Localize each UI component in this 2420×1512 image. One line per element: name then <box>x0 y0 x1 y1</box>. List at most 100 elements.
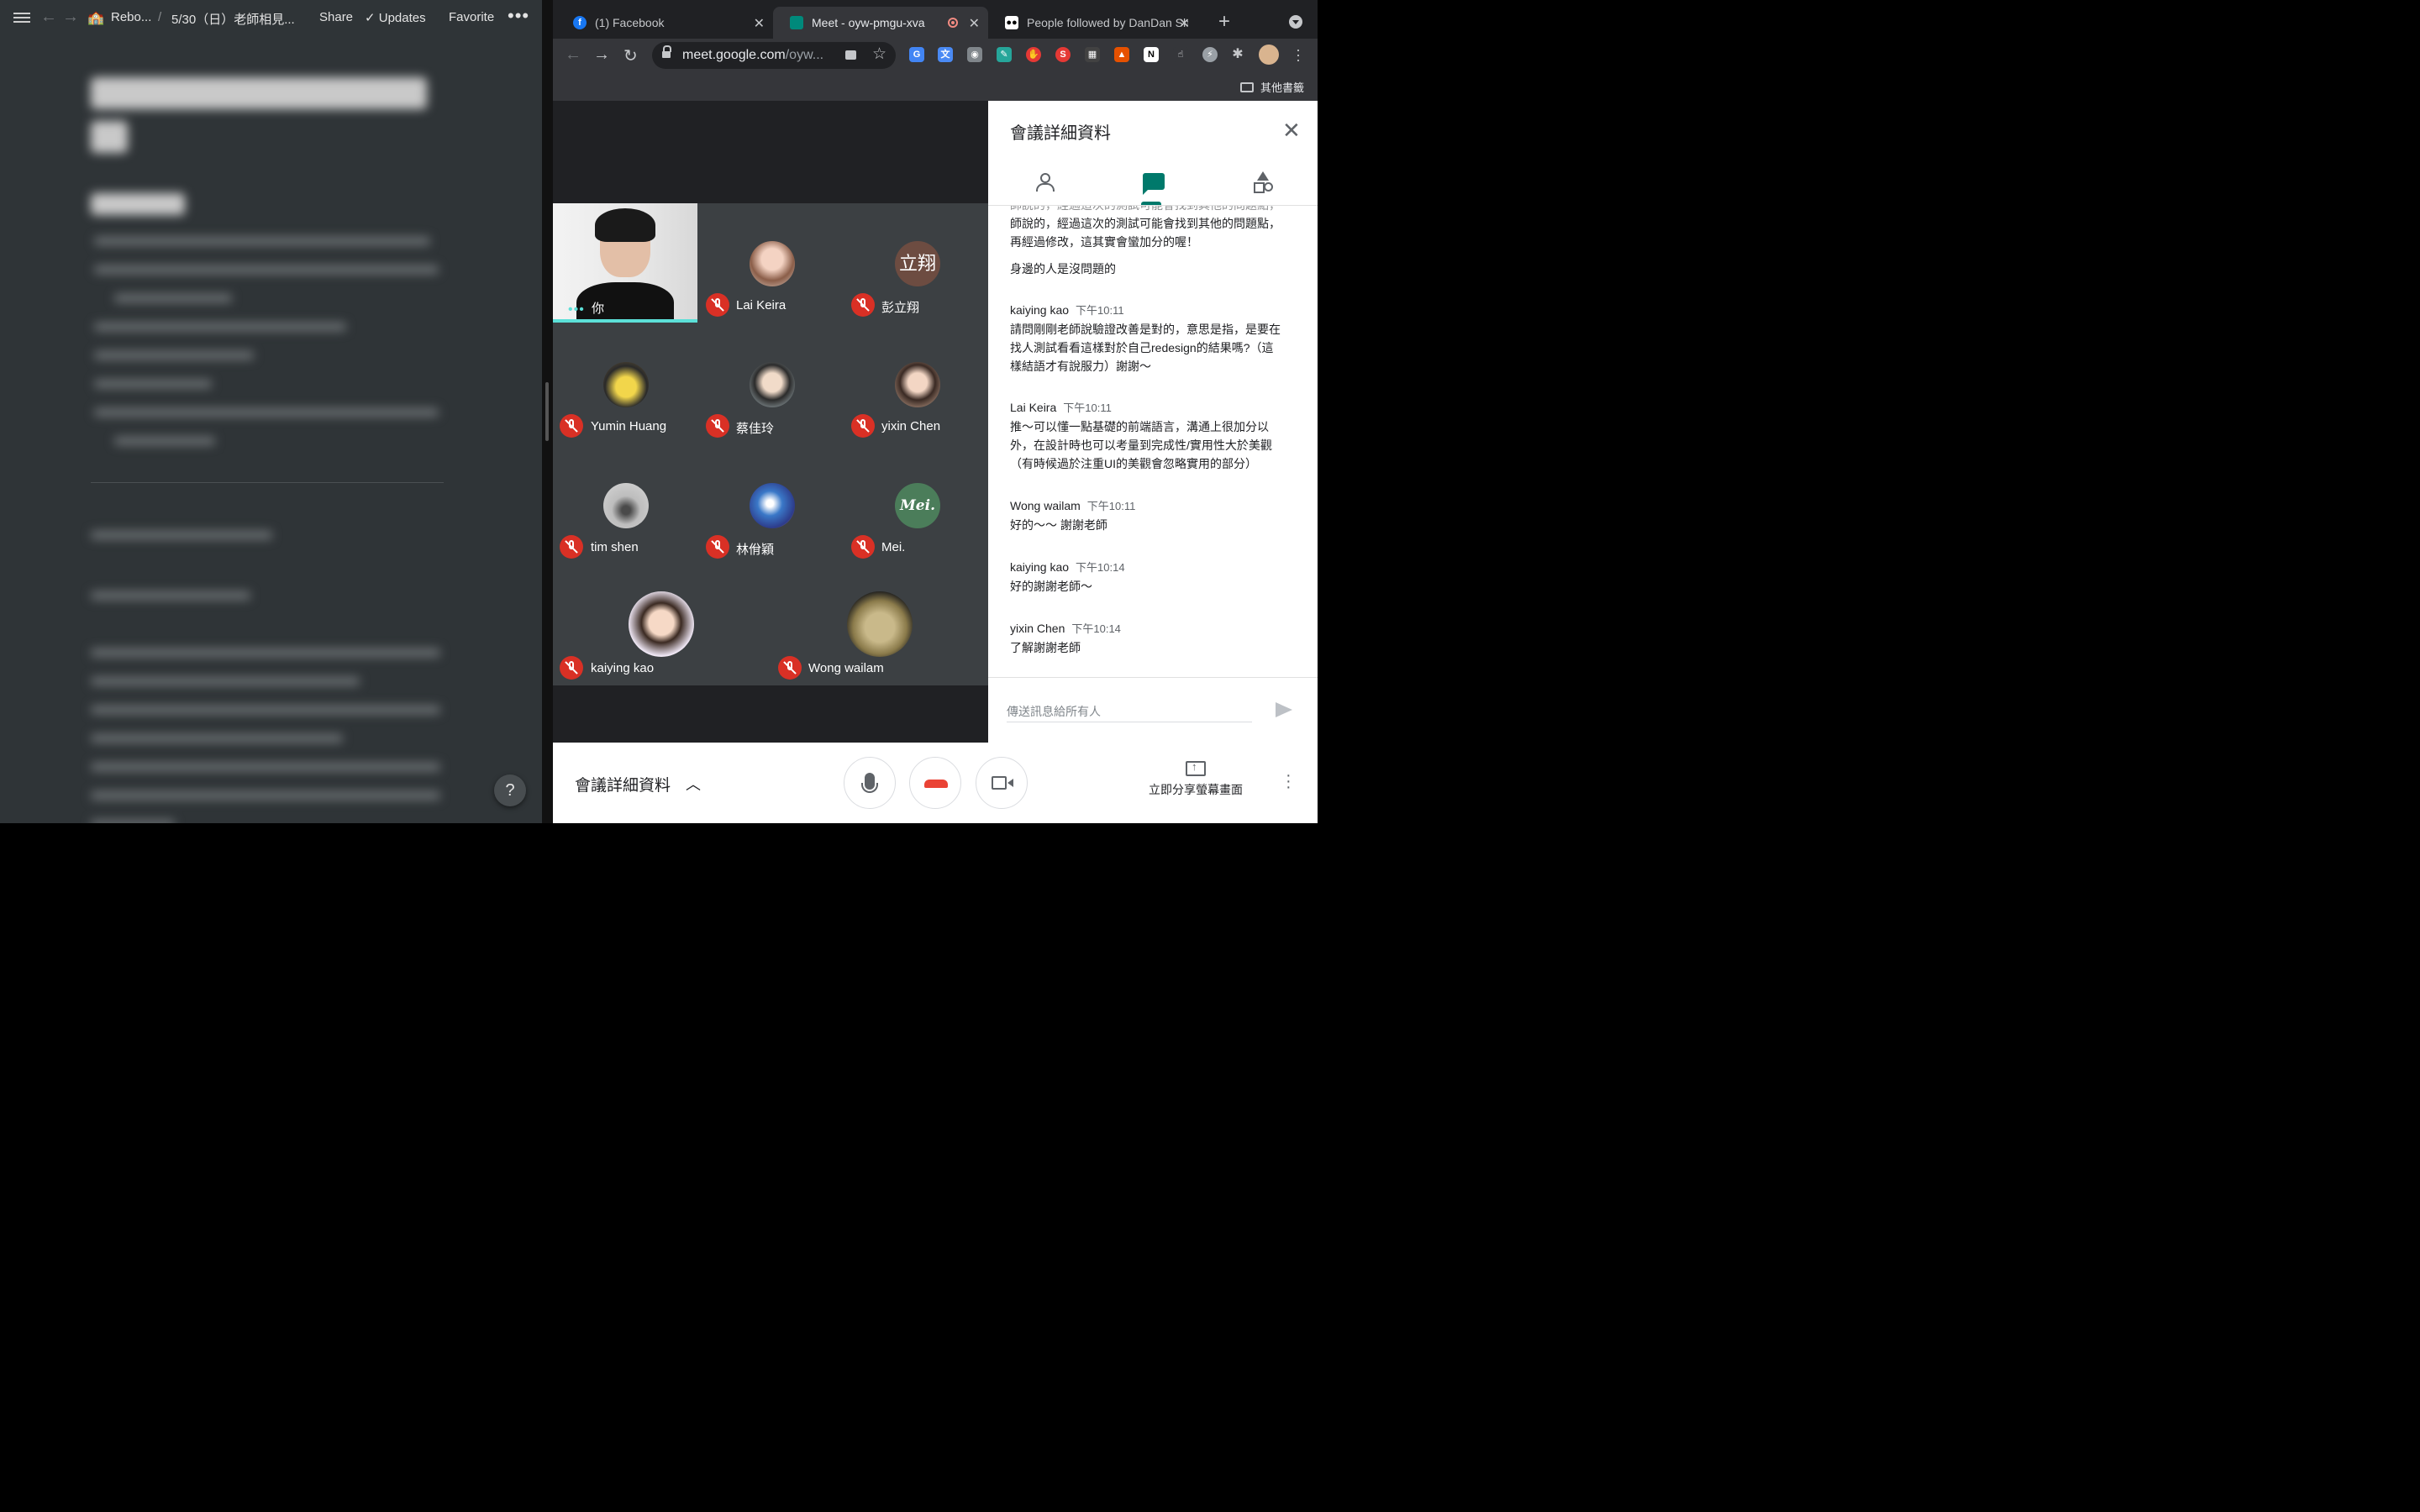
send-icon[interactable] <box>1276 702 1292 717</box>
section-heading-blurred <box>91 193 185 215</box>
reload-icon[interactable]: ↻ <box>623 45 638 66</box>
notion-extension-icon[interactable]: N <box>1144 47 1159 62</box>
mic-off-icon <box>706 414 729 438</box>
divider <box>91 482 444 483</box>
google-extension-icon[interactable]: G <box>909 47 924 62</box>
present-screen-icon <box>1186 760 1206 776</box>
present-now-button[interactable]: 立即分享螢幕畫面 <box>1141 760 1250 798</box>
menu-icon[interactable] <box>13 10 30 25</box>
camera-button[interactable] <box>976 757 1028 809</box>
tab-meet[interactable]: Meet - oyw-pmgu-xva ✕ <box>773 7 988 39</box>
browser-toolbar: ← → ↻ meet.google.com/oyw... ☆ G 文 ◉ ✎ ✋… <box>553 39 1318 72</box>
bolt-extension-icon[interactable]: ⚡ <box>1202 47 1218 62</box>
people-tab-icon[interactable] <box>1035 171 1057 193</box>
hand-extension-icon[interactable]: ☝ <box>1173 47 1188 62</box>
divider <box>988 677 1318 678</box>
participant-name: kaiying kao <box>591 661 655 675</box>
tab-title: People followed by DanDan Sh <box>1027 16 1188 29</box>
tab-search-icon[interactable] <box>1289 15 1302 29</box>
bookmarks-bar: 其他書籤 <box>553 72 1318 101</box>
bookmark-folder-other[interactable]: 其他書籤 <box>1239 79 1304 95</box>
address-bar[interactable]: meet.google.com/oyw... ☆ <box>652 42 896 69</box>
message-sender: Wong wailam <box>1010 499 1081 512</box>
meeting-details-panel: 會議詳細資料 ✕ 師說的，經過這次的測試可能會找到其他的問題點，再經過修改，這其… <box>988 101 1318 743</box>
participant-tile[interactable]: 立翔 彭立翔 <box>843 203 987 323</box>
profile-avatar[interactable] <box>1259 45 1279 65</box>
mic-off-icon <box>851 293 875 317</box>
chat-messages[interactable]: 師說的，經過這次的測試可能會找到其他的問題點，再經過修改，這其實會蠻加分的喔！ … <box>988 206 1318 676</box>
back-arrow-icon[interactable]: ← <box>40 8 57 27</box>
qr-extension-icon[interactable]: ▦ <box>1085 47 1100 62</box>
participant-name: 你 <box>592 302 605 316</box>
breadcrumb-workspace[interactable]: Rebo... <box>111 10 151 24</box>
rocket-extension-icon[interactable]: ▲ <box>1114 47 1129 62</box>
close-tab-icon[interactable]: ✕ <box>969 15 980 32</box>
favorite-button[interactable]: Favorite <box>449 10 494 24</box>
more-options-icon[interactable]: · · · <box>1286 767 1292 795</box>
leave-call-button[interactable] <box>909 757 961 809</box>
forward-arrow-icon[interactable]: → <box>62 8 79 27</box>
chat-input[interactable] <box>1007 701 1252 722</box>
participant-avatar <box>847 591 913 657</box>
screenshot-extension-icon[interactable]: ◉ <box>967 47 982 62</box>
participant-tile[interactable]: Lai Keira <box>697 203 842 323</box>
close-tab-icon[interactable]: ✕ <box>754 15 765 32</box>
updates-button[interactable]: ✓ Updates <box>365 10 426 25</box>
participant-tile[interactable]: Wong wailam <box>771 566 988 685</box>
participant-tile[interactable]: Yumin Huang <box>553 324 697 444</box>
participant-name: Wong wailam <box>808 661 884 675</box>
forward-icon[interactable]: → <box>593 45 610 65</box>
meeting-details-button[interactable]: 會議詳細資料 <box>575 773 671 795</box>
breadcrumb-page[interactable]: 5/30（日）老師相見... <box>171 10 295 28</box>
chat-tab-icon[interactable] <box>1143 173 1165 195</box>
close-tab-icon[interactable]: ✕ <box>1179 15 1190 32</box>
active-speaker-bar <box>553 319 697 323</box>
chrome-menu-icon[interactable]: · · · <box>1296 42 1301 67</box>
self-video-tile[interactable]: ••• 你 <box>553 203 697 323</box>
chat-message: Lai Keira 下午10:11 推～可以懂一點基礎的前端語言，溝通上很加分以外… <box>1010 399 1282 473</box>
updates-label: Updates <box>378 11 426 25</box>
url-text[interactable]: meet.google.com/oyw... <box>682 48 823 63</box>
participant-tile[interactable]: kaiying kao <box>553 566 770 685</box>
participant-name: tim shen <box>591 540 639 554</box>
participant-avatar <box>603 362 649 407</box>
participant-tile[interactable]: tim shen <box>553 445 697 564</box>
splitter-grip[interactable] <box>545 382 549 441</box>
present-label: 立即分享螢幕畫面 <box>1149 783 1243 796</box>
lock-icon[interactable] <box>662 45 671 59</box>
participant-avatar <box>750 483 795 528</box>
participant-tile[interactable]: 蔡佳玲 <box>697 324 842 444</box>
participant-name: yixin Chen <box>881 419 941 433</box>
puzzle-extensions-icon[interactable]: ✱ <box>1230 47 1245 62</box>
participant-tile[interactable]: 林佾穎 <box>697 445 842 564</box>
message-sender: yixin Chen <box>1010 622 1065 635</box>
back-icon[interactable]: ← <box>565 45 581 65</box>
message-time: 下午10:11 <box>1086 500 1136 512</box>
participant-tile[interactable]: Mei. Mei. <box>843 445 987 564</box>
tab-title: Meet - oyw-pmgu-xva <box>812 16 925 29</box>
tab-instagram[interactable]: ●● People followed by DanDan Sh ✕ <box>988 7 1198 39</box>
help-button[interactable]: ? <box>494 774 526 806</box>
chevron-up-icon[interactable]: ︿ <box>686 773 701 795</box>
camera-in-use-icon[interactable] <box>845 50 856 60</box>
tab-facebook[interactable]: f (1) Facebook ✕ <box>556 7 773 39</box>
activities-tab-icon[interactable] <box>1252 171 1274 193</box>
camera-icon <box>992 776 1013 790</box>
message-time: 下午10:14 <box>1071 622 1121 635</box>
chat-message-continued: 身邊的人是沒問題的 <box>1010 258 1282 278</box>
speaking-indicator-icon: ••• <box>568 302 585 317</box>
s-extension-icon[interactable]: S <box>1055 47 1071 62</box>
share-button[interactable]: Share <box>319 10 353 24</box>
translate-extension-icon[interactable]: 文 <box>938 47 953 62</box>
bookmark-star-icon[interactable]: ☆ <box>872 45 886 64</box>
mic-off-icon <box>706 535 729 559</box>
colorpicker-extension-icon[interactable]: ✎ <box>997 47 1012 62</box>
more-options-icon[interactable]: ••• <box>508 5 529 27</box>
adblock-extension-icon[interactable]: ✋ <box>1026 47 1041 62</box>
new-tab-icon[interactable]: + <box>1218 10 1230 34</box>
close-icon[interactable]: ✕ <box>1282 118 1301 144</box>
participant-avatar <box>750 362 795 407</box>
participant-tile[interactable]: yixin Chen <box>843 324 987 444</box>
window-splitter[interactable] <box>542 0 553 823</box>
microphone-button[interactable] <box>844 757 896 809</box>
